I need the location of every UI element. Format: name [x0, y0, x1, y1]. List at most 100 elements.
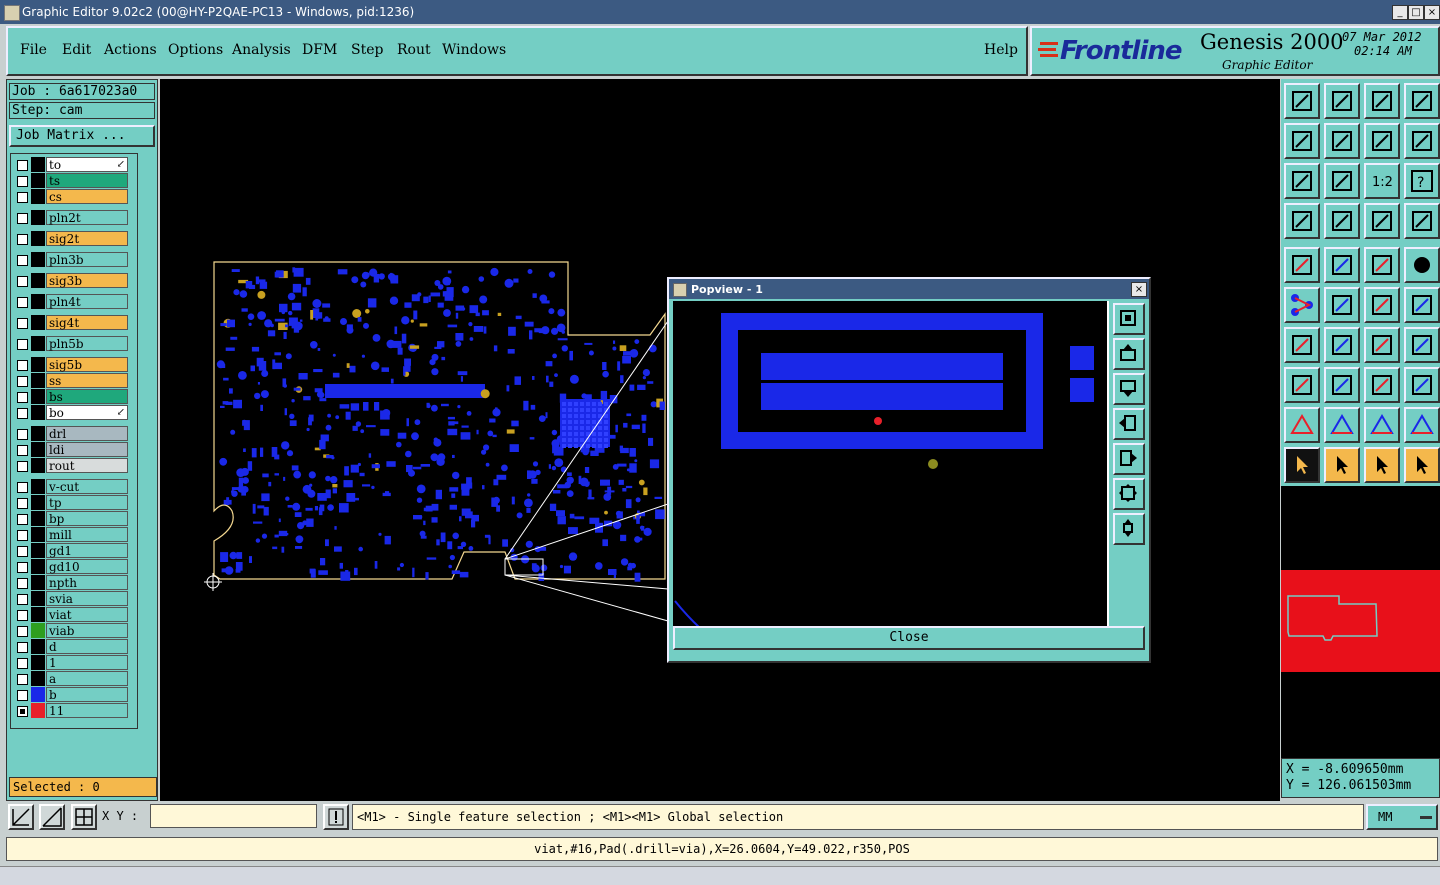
layer-checkbox[interactable]	[17, 706, 28, 717]
layer-color-swatch[interactable]	[31, 336, 45, 351]
menu-analysis[interactable]: Analysis	[232, 42, 291, 58]
layer-name[interactable]: pln2t	[46, 210, 128, 225]
layer-name[interactable]: a	[46, 671, 128, 686]
layer-row-bo[interactable]: bo ↙	[11, 405, 135, 420]
layer-checkbox[interactable]	[17, 578, 28, 589]
layer-color-swatch[interactable]	[31, 357, 45, 372]
line-edit-button[interactable]	[1364, 287, 1400, 323]
step-right-button[interactable]	[1324, 123, 1360, 159]
layer-checkbox[interactable]	[17, 339, 28, 350]
layer-name[interactable]: pln4t	[46, 294, 128, 309]
layer-row-v-cut[interactable]: v-cut	[11, 479, 135, 494]
layer-name[interactable]: mill	[46, 527, 128, 542]
layer-name[interactable]: gd1	[46, 543, 128, 558]
layer-checkbox[interactable]	[17, 234, 28, 245]
layer-name[interactable]: sig5b	[46, 357, 128, 372]
layer-name[interactable]: pln3b	[46, 252, 128, 267]
layer-row-ss[interactable]: ss	[11, 373, 135, 388]
layer-checkbox[interactable]	[17, 445, 28, 456]
shape-group-button[interactable]	[1404, 367, 1440, 403]
menu-step[interactable]: Step	[351, 42, 383, 58]
layer-checkbox[interactable]	[17, 160, 28, 171]
mirror-button[interactable]	[1404, 327, 1440, 363]
layer-color-swatch[interactable]	[31, 495, 45, 510]
layer-color-swatch[interactable]	[31, 575, 45, 590]
net-button[interactable]	[1364, 203, 1400, 239]
layer-name[interactable]: bs	[46, 389, 128, 404]
layer-color-swatch[interactable]	[31, 252, 45, 267]
pv-zoom-home-button[interactable]	[1113, 478, 1145, 510]
zoom-center-button[interactable]	[1324, 163, 1360, 199]
layer-color-swatch[interactable]	[31, 294, 45, 309]
units-selector[interactable]: MM	[1366, 804, 1438, 830]
triangle-button[interactable]	[1284, 407, 1320, 443]
layer-row-pln5b[interactable]: pln5b	[11, 336, 135, 351]
connect-button[interactable]	[1284, 287, 1320, 323]
layer-name[interactable]: b	[46, 687, 128, 702]
layer-checkbox[interactable]	[17, 213, 28, 224]
layer-name[interactable]: ldi	[46, 442, 128, 457]
layer-checkbox[interactable]	[17, 498, 28, 509]
delete-button[interactable]	[1324, 287, 1360, 323]
layer-row-ts[interactable]: ts	[11, 173, 135, 188]
circle-button[interactable]	[1404, 247, 1440, 283]
rotate-button[interactable]	[1364, 327, 1400, 363]
layer-name[interactable]: viat	[46, 607, 128, 622]
layer-name[interactable]: tp	[46, 495, 128, 510]
layer-name[interactable]: bp	[46, 511, 128, 526]
net-highlight-button[interactable]	[1404, 203, 1440, 239]
layers-button[interactable]	[1324, 203, 1360, 239]
layer-checkbox[interactable]	[17, 376, 28, 387]
layer-color-swatch[interactable]	[31, 405, 45, 420]
layer-checkbox[interactable]	[17, 642, 28, 653]
slot-button[interactable]	[1324, 367, 1360, 403]
layer-row-mill[interactable]: mill	[11, 527, 135, 542]
save-button[interactable]	[1324, 83, 1360, 119]
menu-file[interactable]: File	[20, 42, 47, 58]
triangle-up-2-button[interactable]	[1364, 407, 1400, 443]
pointer-select-button[interactable]	[1324, 447, 1360, 483]
layer-checkbox[interactable]	[17, 594, 28, 605]
layer-row-cs[interactable]: cs	[11, 189, 135, 204]
zoom-fit-button[interactable]	[1284, 163, 1320, 199]
undo-step-button[interactable]	[1364, 123, 1400, 159]
s-curve-button[interactable]	[1404, 123, 1440, 159]
layer-checkbox[interactable]	[17, 408, 28, 419]
layer-row-1[interactable]: 1	[11, 655, 135, 670]
layer-color-swatch[interactable]	[31, 458, 45, 473]
zoom-1to1-button[interactable]: 1:2	[1364, 163, 1400, 199]
dimension-button[interactable]	[1364, 367, 1400, 403]
layer-row-npth[interactable]: npth	[11, 575, 135, 590]
layer-name[interactable]: sig3b	[46, 273, 128, 288]
layer-name[interactable]: svia	[46, 591, 128, 606]
ruler-button[interactable]	[1364, 247, 1400, 283]
layer-checkbox[interactable]	[17, 176, 28, 187]
step-left-button[interactable]	[1284, 123, 1320, 159]
pointer-move-button[interactable]	[1404, 447, 1440, 483]
layer-name[interactable]: drl	[46, 426, 128, 441]
layer-row-bp[interactable]: bp	[11, 511, 135, 526]
layer-color-swatch[interactable]	[31, 607, 45, 622]
layer-checkbox[interactable]	[17, 297, 28, 308]
layer-color-swatch[interactable]	[31, 231, 45, 246]
pv-pan-down-button[interactable]	[1113, 373, 1145, 405]
pv-zoom-in-button[interactable]	[1113, 303, 1145, 335]
pv-pan-right-button[interactable]	[1113, 443, 1145, 475]
layer-color-swatch[interactable]	[31, 389, 45, 404]
measure-icon[interactable]	[39, 804, 65, 830]
layer-color-swatch[interactable]	[31, 273, 45, 288]
layer-color-swatch[interactable]	[31, 157, 45, 172]
layer-name[interactable]: 1	[46, 655, 128, 670]
layer-row-gd1[interactable]: gd1	[11, 543, 135, 558]
layer-name[interactable]: rout	[46, 458, 128, 473]
layer-name[interactable]: sig2t	[46, 231, 128, 246]
layer-color-swatch[interactable]	[31, 591, 45, 606]
layer-color-swatch[interactable]	[31, 189, 45, 204]
layer-checkbox[interactable]	[17, 255, 28, 266]
edit-shape-button[interactable]	[1324, 247, 1360, 283]
layer-checkbox[interactable]	[17, 514, 28, 525]
layer-row-bs[interactable]: bs	[11, 389, 135, 404]
layer-color-swatch[interactable]	[31, 687, 45, 702]
layer-row-gd10[interactable]: gd10	[11, 559, 135, 574]
layer-color-swatch[interactable]	[31, 373, 45, 388]
